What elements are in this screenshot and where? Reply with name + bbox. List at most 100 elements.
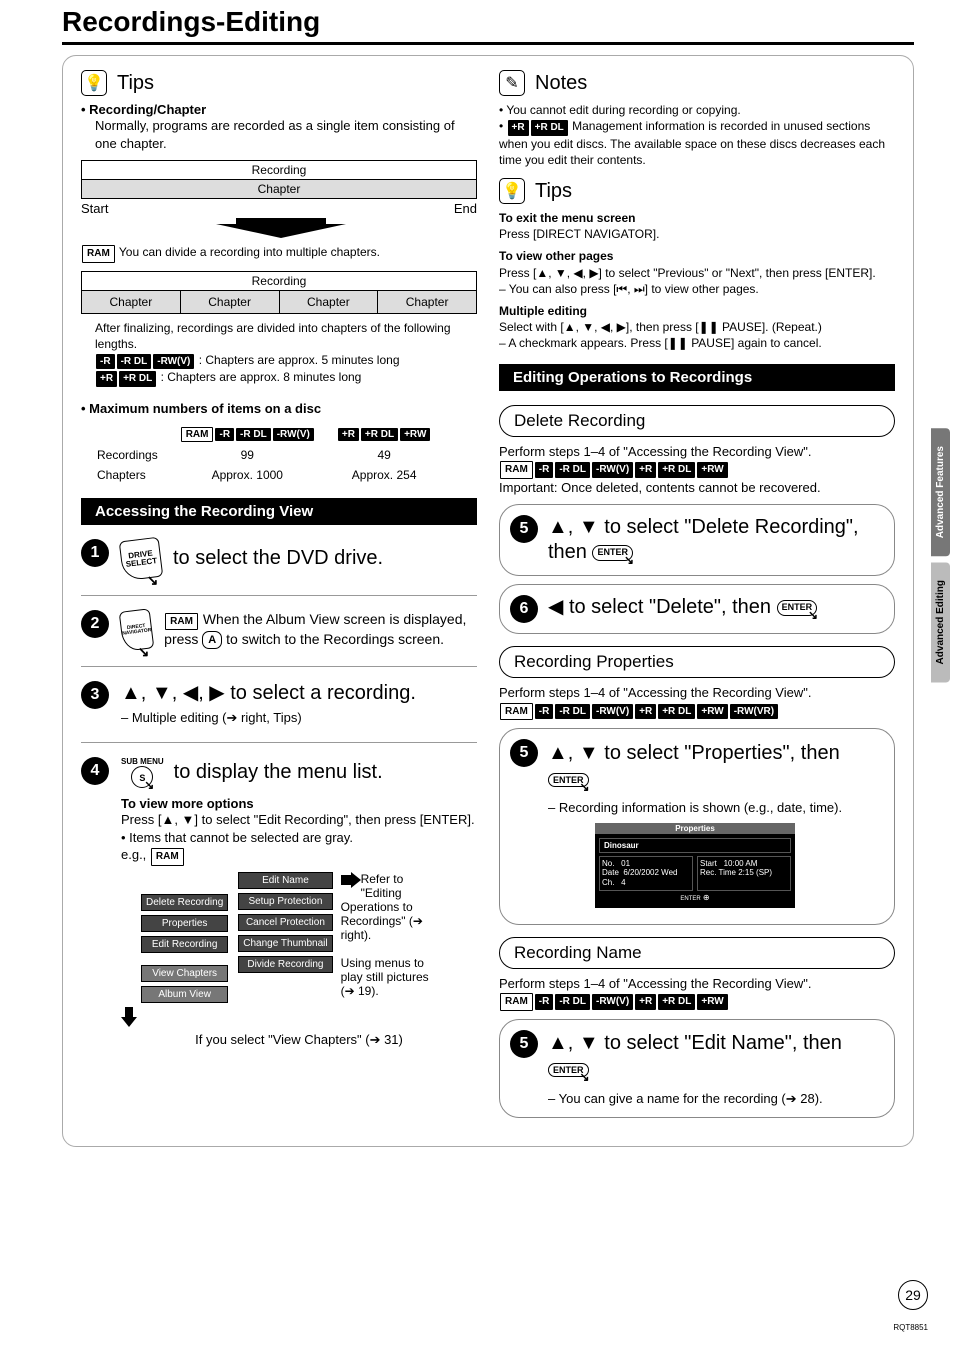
diagram-start: Start (81, 201, 108, 216)
recording-chapter-title: • Recording/Chapter (81, 102, 477, 117)
table-row-chapters: Chapters (97, 466, 168, 484)
left-column: 💡 Tips • Recording/Chapter Normally, pro… (81, 70, 477, 1126)
step-number-3: 3 (81, 681, 109, 709)
step-number-5: 5 (510, 1030, 538, 1058)
page-number: 29 (898, 1280, 928, 1310)
properties-lead: Perform steps 1–4 of "Accessing the Reco… (499, 684, 895, 702)
enter-key-icon: ENTER (777, 600, 818, 615)
content-card: 💡 Tips • Recording/Chapter Normally, pro… (62, 55, 914, 1147)
enter-key-icon: ENTER (592, 545, 633, 560)
diagram2-recording-label: Recording (82, 272, 476, 291)
step-3-text: ▲, ▼, ◀, ▶ to select a recording. (121, 681, 416, 706)
menu-item: View Chapters (141, 965, 228, 982)
properties-window-name: Dinosaur (599, 838, 791, 853)
down-arrow-icon (81, 216, 461, 240)
rename-note: – You can give a name for the recording … (548, 1090, 880, 1108)
using-text: Using menus to play still pictures (➔ 19… (341, 956, 429, 998)
delete-recording-head: Delete Recording (499, 405, 895, 437)
diagram-chapter-label: Chapter (82, 180, 476, 198)
length-5min: -R-R DL-RW(V) : Chapters are approx. 5 m… (81, 352, 477, 370)
rename-step-5: 5 ▲, ▼ to select "Edit Name", then ENTER… (499, 1019, 895, 1119)
menu-item: Delete Recording (141, 894, 228, 911)
note-1: • You cannot edit during recording or co… (499, 102, 895, 118)
step-1: 1 DRIVESELECT to select the DVD drive. (81, 539, 477, 579)
sub-menu-button-icon: S (131, 766, 153, 788)
menu-item: Edit Name (238, 872, 332, 889)
step-2-text: RAM When the Album View screen is displa… (164, 610, 477, 650)
other-body2: – You can also press [⏮, ⏭] to view othe… (499, 281, 895, 297)
rename-head: Recording Name (499, 937, 895, 969)
menu-item: Cancel Protection (238, 914, 332, 931)
delete-lead: Perform steps 1–4 of "Accessing the Reco… (499, 443, 895, 461)
recording-chapter-body: Normally, programs are recorded as a sin… (81, 117, 477, 152)
properties-window-title: Properties (595, 823, 795, 834)
note-2: • +R+R DL Management information is reco… (499, 118, 895, 168)
properties-window: Properties Dinosaur No. 01 Date 6/20/200… (595, 823, 795, 908)
delete-important: Important: Once deleted, contents cannot… (499, 479, 895, 497)
other-title: To view other pages (499, 248, 895, 264)
side-tab-advanced-features: Advanced Features (931, 428, 950, 556)
chapter-cell: Chapter (181, 291, 280, 313)
step-number-1: 1 (81, 539, 109, 567)
enter-key-icon: ENTER (548, 1063, 589, 1077)
diagram-end: End (454, 201, 477, 216)
diagram-recording-label: Recording (82, 161, 476, 180)
accessing-bar: Accessing the Recording View (81, 498, 477, 525)
editing-ops-bar: Editing Operations to Recordings (499, 364, 895, 391)
finalize-text: After finalizing, recordings are divided… (81, 320, 477, 352)
chapter-cell: Chapter (378, 291, 476, 313)
notes-heading: Notes (535, 72, 587, 95)
exit-title: To exit the menu screen (499, 210, 895, 226)
single-chapter-diagram: Recording Chapter Start End (81, 160, 477, 240)
rename-formats: RAM-R-R DL-RW(V)+R+R DL+RW (499, 992, 895, 1011)
ram-tag: RAM (82, 245, 115, 263)
sub-menu-label: SUB MENU (121, 757, 164, 766)
menu-item: Properties (141, 915, 228, 932)
menu-item: Divide Recording (238, 956, 332, 973)
direct-navigator-button-icon: DIRECTNAVIGATOR (119, 608, 155, 652)
delete-step-6: 6 ◀ to select "Delete", then ENTER (499, 584, 895, 634)
multi-chapter-diagram: Recording Chapter Chapter Chapter Chapte… (81, 271, 477, 314)
tips-heading: Tips (117, 72, 154, 95)
exit-body: Press [DIRECT NAVIGATOR]. (499, 226, 895, 242)
properties-note: – Recording information is shown (e.g., … (548, 799, 880, 817)
side-tab-advanced-editing: Advanced Editing (931, 562, 950, 682)
table-row-recordings: Recordings (97, 446, 168, 464)
lightbulb-icon: 💡 (499, 178, 525, 204)
menu-item: Change Thumbnail (238, 935, 332, 952)
delete-step-5: 5 ▲, ▼ to select "Delete Recording", the… (499, 504, 895, 576)
step-4: 4 SUB MENU S to display the menu list. T… (81, 757, 477, 1048)
max-items-table: RAM-R-R DL-RW(V) +R+R DL+RW Recordings99… (81, 422, 443, 486)
page-title: Recordings-Editing (62, 6, 914, 38)
menu-tree: Delete Recording Properties Edit Recordi… (141, 872, 333, 1003)
chapter-cell: Chapter (82, 291, 181, 313)
step-1-text: to select the DVD drive. (173, 546, 383, 571)
step-2: 2 DIRECTNAVIGATOR RAM When the Album Vie… (81, 610, 477, 650)
menu-item: Edit Recording (141, 936, 228, 953)
delete-formats: RAM-R-R DL-RW(V)+R+R DL+RW (499, 460, 895, 479)
properties-formats: RAM-R-R DL-RW(V)+R+R DL+RW-RW(VR) (499, 702, 895, 721)
menu-item: Setup Protection (238, 893, 332, 910)
doc-code: RQT8851 (893, 1323, 928, 1332)
step-number-2: 2 (81, 610, 109, 638)
other-body: Press [▲, ▼, ◀, ▶] to select "Previous" … (499, 265, 895, 281)
right-column: ✎ Notes • You cannot edit during recordi… (499, 70, 895, 1126)
multi-title: Multiple editing (499, 303, 895, 319)
lightbulb-icon: 💡 (81, 70, 107, 96)
view-more-title: To view more options (121, 796, 477, 811)
eg-line: e.g., RAM (121, 846, 477, 866)
view-more-body: Press [▲, ▼] to select "Edit Recording",… (121, 811, 477, 829)
side-tabs: Advanced Features Advanced Editing (931, 428, 950, 683)
chapter-cell: Chapter (280, 291, 379, 313)
gray-items-note: • Items that cannot be selected are gray… (121, 829, 477, 847)
rename-lead: Perform steps 1–4 of "Accessing the Reco… (499, 975, 895, 993)
multi-body: Select with [▲, ▼, ◀, ▶], then press [❚❚… (499, 319, 895, 335)
arrow-right-icon (341, 872, 361, 888)
properties-step-5: 5 ▲, ▼ to select "Properties", then ENTE… (499, 728, 895, 924)
step-3: 3 ▲, ▼, ◀, ▶ to select a recording. – Mu… (81, 681, 477, 726)
ram-divide-text: RAM You can divide a recording into mult… (81, 244, 477, 263)
multi-body2: – A checkmark appears. Press [❚❚ PAUSE] … (499, 335, 895, 351)
step-number-5: 5 (510, 739, 538, 767)
drive-select-button-icon: DRIVESELECT (119, 537, 164, 582)
arrow-down-icon (121, 1007, 137, 1027)
